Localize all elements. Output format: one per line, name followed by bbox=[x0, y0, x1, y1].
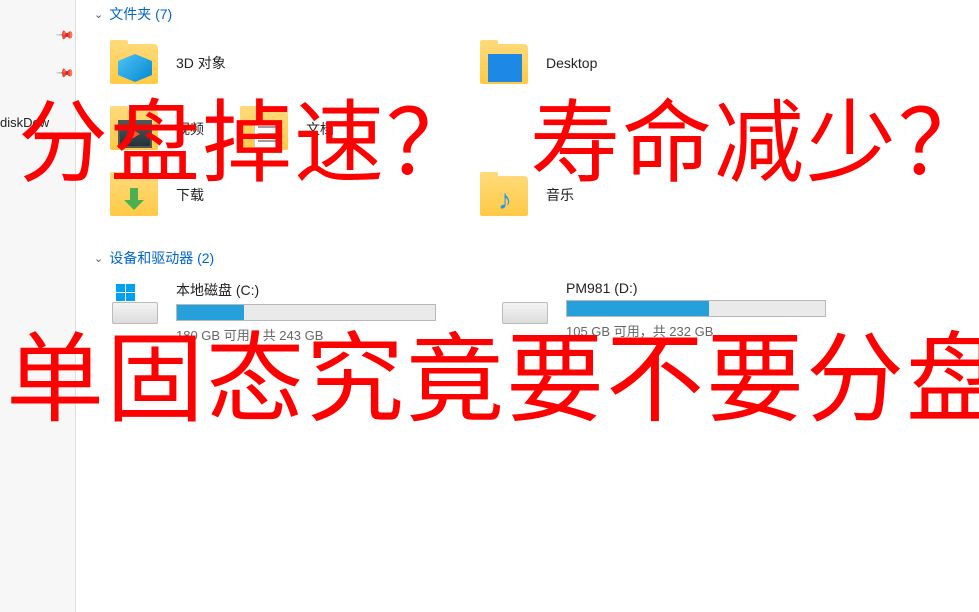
music-icon: ♪ bbox=[488, 186, 522, 214]
desktop-icon bbox=[488, 54, 522, 82]
overlay-text-1: 分盘掉速？ bbox=[18, 70, 478, 200]
drive-name: 本地磁盘 (C:) bbox=[176, 280, 436, 300]
pin-icon: 📌 bbox=[55, 25, 75, 45]
folders-section-label: 文件夹 (7) bbox=[109, 4, 172, 24]
folders-section-header[interactable]: ⌄ 文件夹 (7) bbox=[76, 0, 979, 28]
chevron-down-icon: ⌄ bbox=[94, 8, 103, 21]
drives-section-header[interactable]: ⌄ 设备和驱动器 (2) bbox=[76, 244, 979, 272]
drives-section-label: 设备和驱动器 (2) bbox=[109, 248, 214, 268]
chevron-down-icon: ⌄ bbox=[94, 252, 103, 265]
overlay-text-2: 寿命减少？ bbox=[530, 70, 979, 200]
drive-name: PM981 (D:) bbox=[566, 280, 826, 296]
folder-label: Desktop bbox=[546, 55, 597, 71]
folder-icon bbox=[480, 40, 532, 86]
folder-icon: ♪ bbox=[480, 172, 532, 218]
overlay-text-3: 单固态究竟要不要分盘？ bbox=[6, 300, 979, 442]
